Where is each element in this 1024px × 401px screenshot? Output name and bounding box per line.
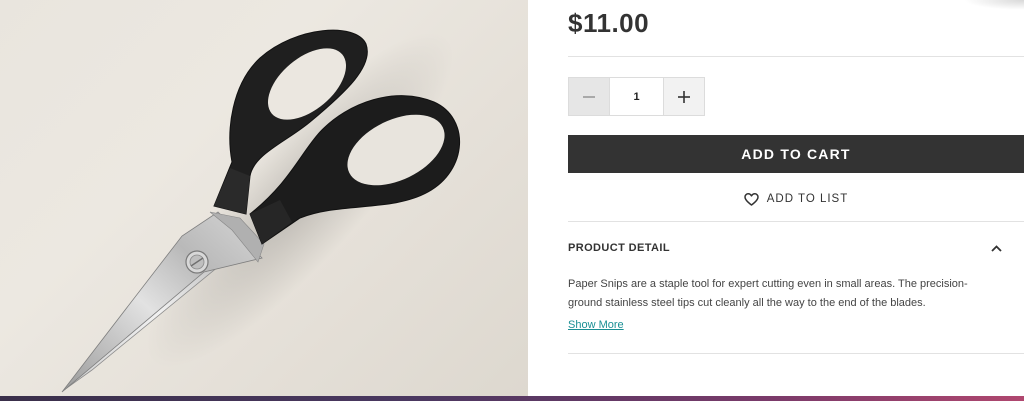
chevron-up-icon	[991, 244, 1002, 252]
scissors-illustration	[61, 29, 460, 393]
product-detail-title: PRODUCT DETAIL	[568, 242, 670, 254]
product-detail-toggle[interactable]: PRODUCT DETAIL	[568, 238, 1024, 258]
divider	[568, 221, 1024, 222]
corner-shadow	[964, 0, 1024, 10]
product-page: $11.00 1 ADD TO CART ADD TO LIST PRODUCT…	[0, 0, 1024, 401]
divider	[568, 353, 1024, 354]
product-image	[0, 0, 528, 396]
quantity-stepper: 1	[568, 77, 705, 116]
plus-icon	[678, 90, 690, 103]
show-more-link[interactable]: Show More	[568, 319, 624, 331]
divider	[568, 56, 1024, 57]
product-price: $11.00	[568, 8, 650, 38]
add-to-list-label: ADD TO LIST	[766, 193, 849, 205]
increase-quantity-button[interactable]	[664, 78, 704, 115]
quantity-input[interactable]: 1	[609, 78, 664, 115]
heart-icon	[743, 192, 759, 206]
add-to-cart-button[interactable]: ADD TO CART	[568, 135, 1024, 173]
decrease-quantity-button[interactable]	[569, 78, 609, 115]
product-description: Paper Snips are a staple tool for expert…	[568, 278, 968, 309]
minus-icon	[583, 95, 595, 98]
product-details: $11.00 1 ADD TO CART ADD TO LIST PRODUCT…	[568, 0, 1024, 396]
bottom-accent-bar	[0, 396, 1024, 401]
add-to-list-button[interactable]: ADD TO LIST	[568, 189, 1024, 209]
